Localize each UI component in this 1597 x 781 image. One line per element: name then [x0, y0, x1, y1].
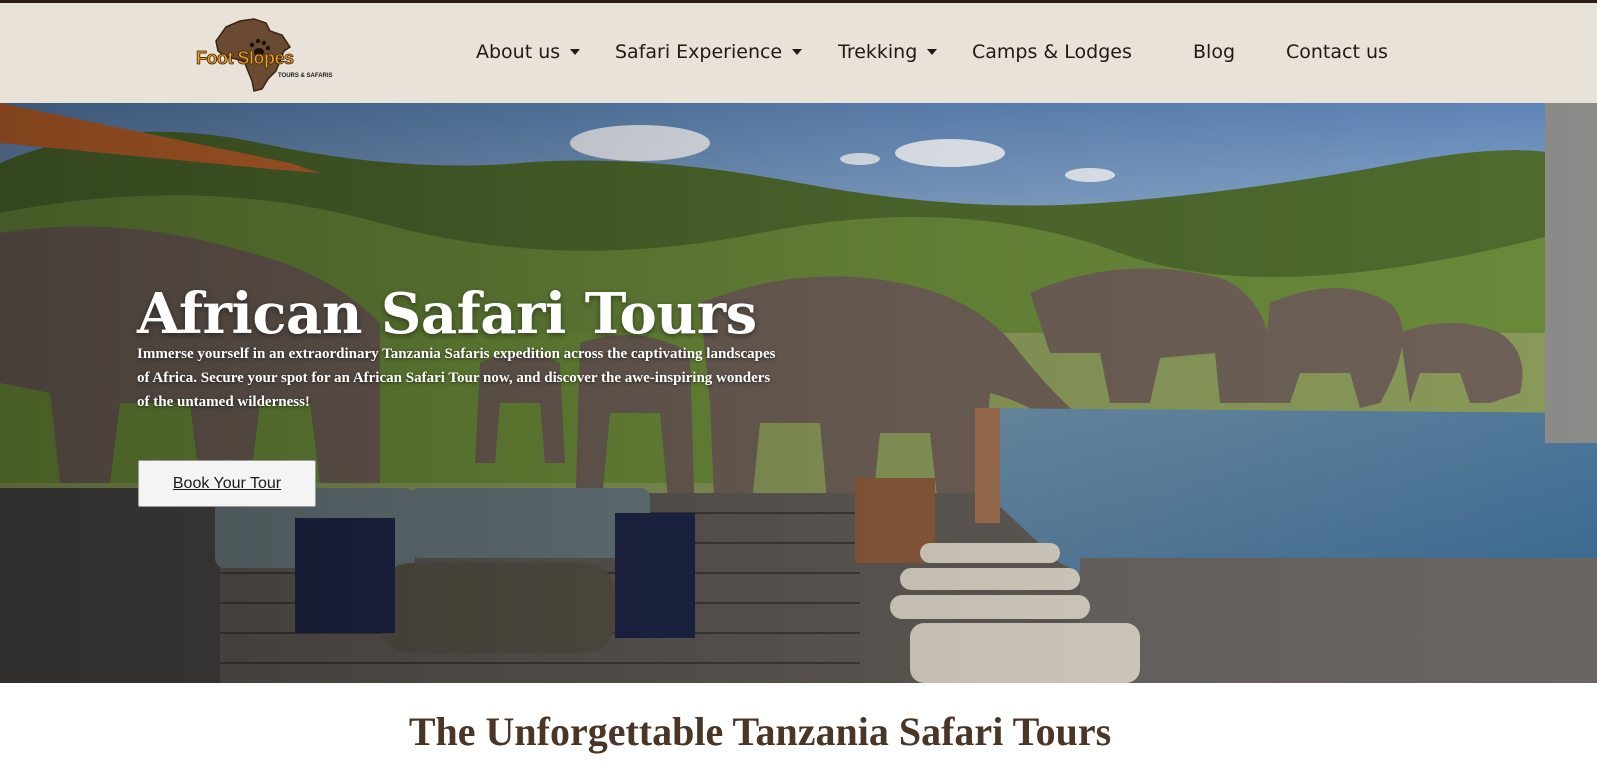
nav-item-about[interactable]: About us: [476, 39, 581, 65]
chevron-down-icon: [570, 49, 581, 55]
site-header: Foot Slopes TOURS & SAFARIS About us Saf…: [0, 3, 1597, 103]
nav-label: Trekking: [838, 41, 918, 63]
section-title: The Unforgettable Tanzania Safari Tours: [408, 709, 1112, 754]
chevron-down-icon: [927, 49, 938, 55]
hero-banner: African Safari Tours Immerse yourself in…: [0, 103, 1597, 683]
nav-label: Camps & Lodges: [972, 41, 1132, 63]
hero-description: Immerse yourself in an extraordinary Tan…: [137, 346, 776, 410]
nav-item-contact[interactable]: Contact us: [1286, 39, 1388, 65]
nav-item-trekking[interactable]: Trekking: [838, 39, 938, 65]
nav-label: Blog: [1193, 41, 1235, 63]
nav-label: Safari Experience: [615, 41, 783, 63]
nav-item-safari-experience[interactable]: Safari Experience: [615, 39, 803, 65]
nav-item-blog[interactable]: Blog: [1193, 39, 1235, 65]
nav-label: About us: [476, 41, 561, 63]
nav-item-camps-lodges[interactable]: Camps & Lodges: [972, 39, 1132, 65]
chevron-down-icon: [792, 49, 803, 55]
nav-label: Contact us: [1286, 41, 1388, 63]
main-nav: About us Safari Experience Trekking Camp…: [0, 3, 1597, 103]
book-your-tour-button[interactable]: Book Your Tour: [138, 460, 316, 507]
hero-title: African Safari Tours: [137, 281, 757, 347]
